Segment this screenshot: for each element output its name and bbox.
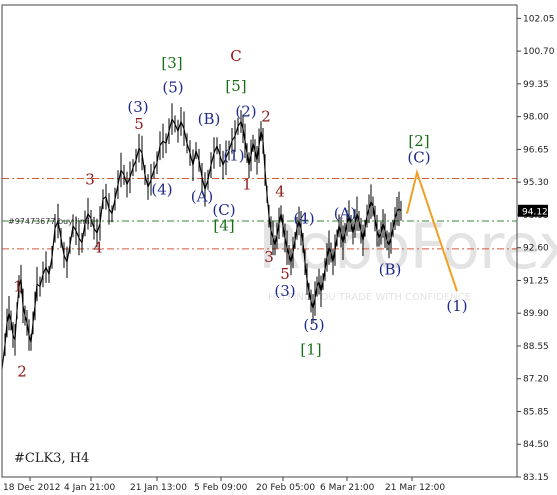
- y-tick-label: 98.00: [523, 113, 549, 123]
- y-tick-label: 91.25: [523, 276, 549, 286]
- wave-label-minor: 5: [134, 115, 144, 133]
- y-tick-label: 95.30: [523, 178, 549, 188]
- x-tick-label: 21 Mar 12:00: [385, 483, 445, 493]
- y-tick-label: 99.35: [523, 80, 549, 90]
- wave-label-intermediate: [4]: [213, 217, 234, 235]
- wave-label-minuette: (C): [407, 149, 430, 167]
- wave-label-minuette: (3): [274, 282, 295, 300]
- wave-label-minuette: (B): [198, 110, 221, 128]
- wave-label-minor: 3: [264, 248, 274, 266]
- wave-label-intermediate: [3]: [161, 54, 182, 72]
- y-tick-label: 83.15: [523, 473, 549, 483]
- current-price-label: 94.12: [522, 207, 548, 217]
- wave-label-minuette: (5): [303, 316, 324, 334]
- x-tick-label: 4 Jan 21:00: [64, 483, 116, 493]
- x-tick-label: 20 Feb 05:00: [256, 483, 315, 493]
- x-tick-label: 18 Dec 2012: [3, 483, 61, 493]
- y-tick-label: 102.05: [523, 14, 555, 24]
- wave-label-minuette: (1): [223, 146, 244, 164]
- x-tick-label: 5 Feb 09:00: [194, 483, 248, 493]
- price-chart: RoboForex HELPING YOU TRADE WITH CONFIDE…: [1, 4, 557, 493]
- wave-label-minor: 4: [93, 239, 103, 257]
- chart-window: RoboForex HELPING YOU TRADE WITH CONFIDE…: [0, 0, 557, 495]
- x-tick-label: 21 Jan 13:00: [130, 483, 187, 493]
- y-tick-label: 87.20: [523, 375, 549, 385]
- y-tick-label: 84.50: [523, 440, 549, 450]
- wave-label-minor: 2: [261, 107, 271, 125]
- symbol-label: #CLK3, H4: [14, 451, 89, 466]
- price-series: [1, 103, 402, 378]
- wave-label-minor: 4: [275, 183, 285, 201]
- wave-label-intermediate: [2]: [408, 132, 429, 150]
- wave-label-intermediate: [5]: [225, 77, 246, 95]
- wave-label-minuette: (4): [293, 209, 314, 227]
- wave-label-minuette: (1): [446, 297, 467, 315]
- y-tick-label: 96.65: [523, 145, 549, 155]
- wave-label-minor: 1: [13, 277, 23, 295]
- y-tick-label: 100.70: [523, 47, 555, 57]
- wave-label-minor: 3: [85, 171, 95, 189]
- wave-label-minuette: (B): [379, 260, 402, 278]
- y-tick-label: 92.60: [523, 244, 549, 254]
- wave-label-intermediate: [1]: [300, 340, 321, 358]
- wave-label-minuette: (4): [151, 180, 172, 198]
- wave-label-minor: 2: [17, 362, 27, 380]
- wave-label-primary: C: [230, 47, 241, 65]
- wave-label-minuette: (A): [191, 188, 214, 206]
- wave-label-minuette: (3): [127, 98, 148, 116]
- wave-label-minuette: (2): [235, 103, 256, 121]
- y-tick-label: 88.55: [523, 342, 549, 352]
- wave-label-minuette: (A): [334, 205, 357, 223]
- y-tick-label: 89.90: [523, 309, 549, 319]
- watermark-subtitle: HELPING YOU TRADE WITH CONFIDENCE: [268, 292, 471, 303]
- wave-label-minor: 1: [242, 175, 252, 193]
- order-label: #97473677 buy limit: [8, 217, 93, 226]
- wave-label-minuette: (5): [162, 78, 183, 96]
- x-tick-label: 6 Mar 21:00: [320, 483, 375, 493]
- y-tick-label: 85.85: [523, 407, 549, 417]
- wave-label-minor: 5: [280, 265, 290, 283]
